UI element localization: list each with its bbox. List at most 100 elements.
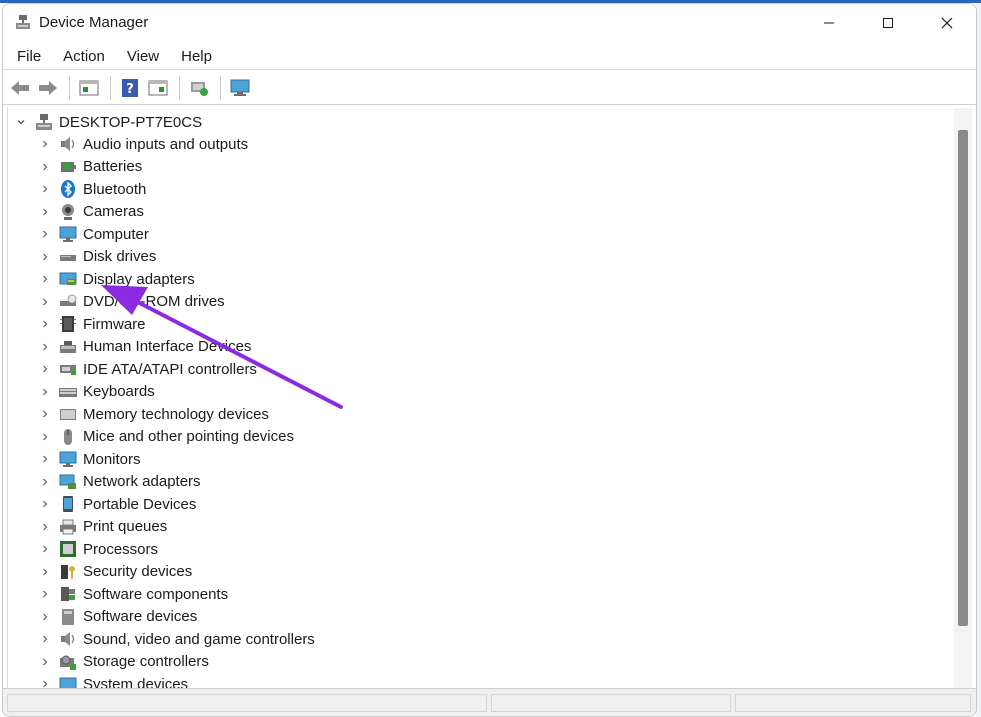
software-device-icon [58,607,78,627]
tree-node[interactable]: Computer [38,223,149,245]
storage-controller-icon [58,652,78,672]
chevron-right-icon[interactable] [38,205,52,219]
speaker-icon [58,629,78,649]
chevron-right-icon[interactable] [38,407,52,421]
tree-node[interactable]: Monitors [38,448,141,470]
tree-node-label: Batteries [83,158,143,175]
chevron-right-icon[interactable] [38,340,52,354]
chevron-right-icon[interactable] [38,250,52,264]
menu-action[interactable]: Action [55,45,113,69]
chevron-right-icon[interactable] [38,272,52,286]
chevron-down-icon[interactable] [14,115,28,129]
chevron-right-icon[interactable] [38,565,52,579]
tree-node[interactable]: Sound, video and game controllers [38,628,315,650]
tree-node[interactable]: Processors [38,538,158,560]
tree-node[interactable]: IDE ATA/ATAPI controllers [38,358,257,380]
tree-node[interactable]: Storage controllers [38,651,209,673]
tree-node[interactable]: Disk drives [38,246,156,268]
tree-node-label: Human Interface Devices [83,338,252,355]
svg-text:?: ? [126,82,134,97]
chevron-right-icon[interactable] [38,632,52,646]
tree-node[interactable]: Human Interface Devices [38,336,251,358]
tree-node[interactable]: Software devices [38,606,197,628]
tree-node[interactable]: Keyboards [38,381,155,403]
back-arrow-icon [11,80,29,95]
close-button[interactable] [918,4,976,42]
chevron-right-icon[interactable] [38,475,52,489]
chevron-right-icon[interactable] [38,295,52,309]
menu-help[interactable]: Help [173,45,220,69]
tree-node-label: Software components [83,585,229,603]
tree-node-label: Security devices [83,563,193,580]
scan-hardware-button[interactable] [227,75,253,101]
toolbar-separator [220,75,221,100]
status-bar [3,688,976,716]
tree-node[interactable]: Display adapters [38,268,195,290]
tree-node-label: Storage controllers [83,653,209,670]
properties-button[interactable] [76,75,102,101]
tree-node[interactable]: Batteries [38,156,142,178]
software-components-icon [58,584,78,604]
update-driver-icon [191,81,208,96]
processor-icon [58,539,78,559]
scrollbar-thumb[interactable] [958,130,968,626]
device-tree[interactable]: DESKTOP-PT7E0CS Audio inputs and outputs… [7,108,952,688]
tree-node[interactable]: Software components [38,583,228,605]
tree-root-computer[interactable]: DESKTOP-PT7E0CS [14,111,202,133]
tree-node[interactable]: DVD/CD-ROM drives [38,291,225,313]
chevron-right-icon[interactable] [38,452,52,466]
tree-node-label: Bluetooth [83,180,147,198]
tree-node[interactable]: Network adapters [38,471,201,493]
chevron-right-icon[interactable] [38,430,52,444]
tree-node-label: Print queues [83,518,168,535]
chevron-right-icon[interactable] [38,542,52,556]
chevron-right-icon[interactable] [38,655,52,669]
tree-node-label: Network adapters [83,473,201,490]
dvd-drive-icon [58,292,78,312]
tree-node-label: Portable Devices [83,495,197,513]
chevron-right-icon[interactable] [38,677,52,688]
chevron-right-icon[interactable] [38,587,52,601]
tree-node[interactable]: Bluetooth [38,178,146,200]
tree-node[interactable]: Mice and other pointing devices [38,426,294,448]
tree-node-label: Disk drives [83,248,157,265]
chevron-right-icon[interactable] [38,137,52,151]
tree-node[interactable]: Security devices [38,561,192,583]
chevron-right-icon[interactable] [38,520,52,534]
chevron-right-icon[interactable] [38,182,52,196]
help-button[interactable]: ? [117,75,143,101]
disk-drive-icon [58,247,78,267]
chevron-right-icon[interactable] [38,160,52,174]
menu-view[interactable]: View [119,45,167,69]
network-adapter-icon [58,472,78,492]
update-driver-button[interactable] [186,75,212,101]
chevron-right-icon[interactable] [38,227,52,241]
chevron-right-icon[interactable] [38,385,52,399]
menu-file[interactable]: File [9,45,49,69]
tree-node[interactable]: Memory technology devices [38,403,269,425]
maximize-button[interactable] [859,4,917,42]
tree-node[interactable]: System devices [38,673,188,688]
minimize-button[interactable] [800,4,858,42]
chevron-right-icon[interactable] [38,362,52,376]
forward-button[interactable] [35,75,61,101]
tree-node[interactable]: Audio inputs and outputs [38,133,248,155]
speaker-icon [58,134,78,154]
tree-node-label: Computer [83,225,149,243]
back-button[interactable] [7,75,33,101]
view-button[interactable] [145,75,171,101]
properties-icon [79,80,99,95]
chevron-right-icon[interactable] [38,317,52,331]
tree-node[interactable]: Cameras [38,201,144,223]
status-cell [7,694,487,712]
tree-node[interactable]: Print queues [38,516,167,538]
vertical-scrollbar[interactable] [954,108,972,688]
chevron-right-icon[interactable] [38,497,52,511]
title-bar[interactable]: Device Manager [3,4,976,42]
ide-controller-icon [58,359,78,379]
forward-arrow-icon [39,80,57,95]
tree-node-label: Sound, video and game controllers [83,630,315,648]
chevron-right-icon[interactable] [38,610,52,624]
tree-node[interactable]: Portable Devices [38,493,196,515]
tree-node[interactable]: Firmware [38,313,146,335]
